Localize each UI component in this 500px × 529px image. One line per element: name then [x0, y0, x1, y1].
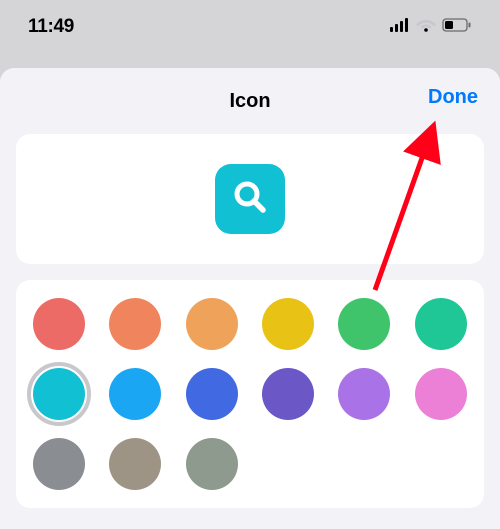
color-grid [30, 298, 470, 490]
color-swatch-11[interactable] [415, 368, 467, 420]
sheet-header: Icon Done [16, 86, 484, 116]
color-swatch-3[interactable] [262, 298, 314, 350]
color-swatch-1[interactable] [109, 298, 161, 350]
color-swatch-6[interactable] [33, 368, 85, 420]
icon-preview-tile[interactable] [215, 164, 285, 234]
color-swatch-12[interactable] [33, 438, 85, 490]
color-swatch-2[interactable] [186, 298, 238, 350]
icon-preview-card [16, 134, 484, 264]
color-palette-card [16, 280, 484, 508]
color-swatch-8[interactable] [186, 368, 238, 420]
color-swatch-9[interactable] [262, 368, 314, 420]
status-bar: 11:49 [0, 0, 500, 50]
color-swatch-5[interactable] [415, 298, 467, 350]
search-icon [230, 177, 270, 222]
battery-icon [442, 18, 472, 37]
cellular-icon [390, 18, 410, 37]
color-swatch-10[interactable] [338, 368, 390, 420]
sheet-title: Icon [229, 90, 270, 113]
color-swatch-0[interactable] [33, 298, 85, 350]
color-swatch-13[interactable] [109, 438, 161, 490]
color-swatch-14[interactable] [186, 438, 238, 490]
color-swatch-4[interactable] [338, 298, 390, 350]
wifi-icon [416, 18, 436, 37]
status-indicators [390, 18, 472, 37]
icon-picker-sheet: Icon Done [0, 68, 500, 529]
done-button[interactable]: Done [428, 86, 478, 109]
status-time: 11:49 [28, 16, 74, 38]
color-swatch-7[interactable] [109, 368, 161, 420]
